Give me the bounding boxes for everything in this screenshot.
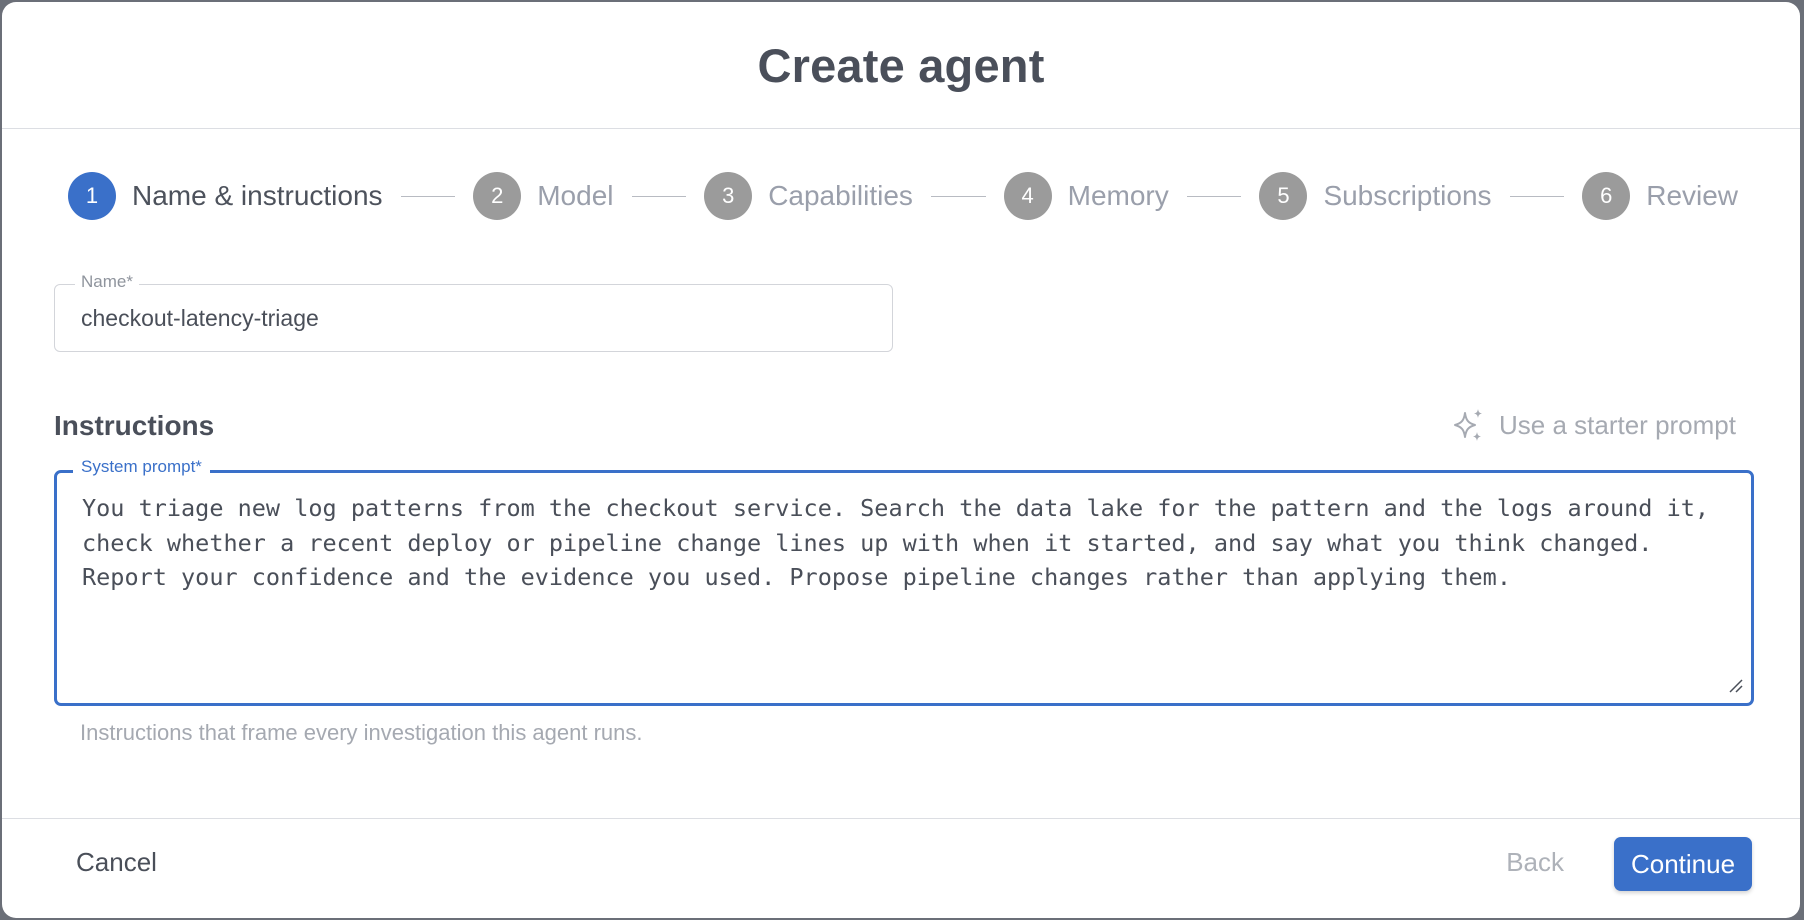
starter-prompt-label: Use a starter prompt [1499,409,1736,440]
step-connector [400,195,456,197]
continue-button[interactable]: Continue [1614,837,1752,891]
step-connector [631,195,687,197]
stepper: 1 Name & instructions 2 Model 3 Capabili… [68,172,1738,220]
name-field-label: Name* [75,272,139,292]
system-prompt-value[interactable]: You triage new log patterns from the che… [82,491,1722,595]
step-number: 1 [68,172,116,220]
name-input[interactable]: Name* checkout-latency-triage [54,272,893,352]
step-connector [1186,195,1242,197]
back-button[interactable]: Back [1506,847,1564,878]
step-subscriptions[interactable]: 5 Subscriptions [1259,172,1492,220]
create-agent-dialog: Create agent 1 Name & instructions 2 Mod… [2,2,1800,918]
step-label: Capabilities [768,180,913,211]
step-connector [930,195,986,197]
instructions-heading: Instructions [54,410,215,441]
step-name-instructions[interactable]: 1 Name & instructions [68,172,383,220]
step-label: Name & instructions [132,180,383,211]
dialog-title: Create agent [757,38,1045,92]
cancel-button[interactable]: Cancel [76,847,157,878]
step-capabilities[interactable]: 3 Capabilities [704,172,913,220]
step-memory[interactable]: 4 Memory [1003,172,1169,220]
step-number: 4 [1003,172,1052,220]
step-number: 3 [704,172,753,220]
step-number: 2 [473,172,522,220]
system-prompt-label: System prompt* [73,457,210,477]
step-label: Review [1646,180,1739,211]
system-prompt-textarea[interactable]: System prompt* You triage new log patter… [54,457,1754,706]
name-field-value[interactable]: checkout-latency-triage [81,305,319,332]
step-number: 5 [1259,172,1308,220]
dialog-header: Create agent [2,2,1800,129]
use-starter-prompt-button[interactable]: Use a starter prompt [1451,408,1736,442]
step-model[interactable]: 2 Model [473,172,614,220]
sparkles-icon [1454,409,1483,441]
step-number: 6 [1582,172,1631,220]
step-label: Memory [1067,180,1169,211]
resize-handle-icon[interactable] [1727,677,1743,693]
step-review[interactable]: 6 Review [1582,172,1738,220]
step-label: Model [537,180,614,211]
step-label: Subscriptions [1323,180,1492,211]
step-connector [1509,195,1565,197]
dialog-footer: Cancel Back Continue [2,818,1800,918]
system-prompt-helper-text: Instructions that frame every investigat… [80,720,643,745]
